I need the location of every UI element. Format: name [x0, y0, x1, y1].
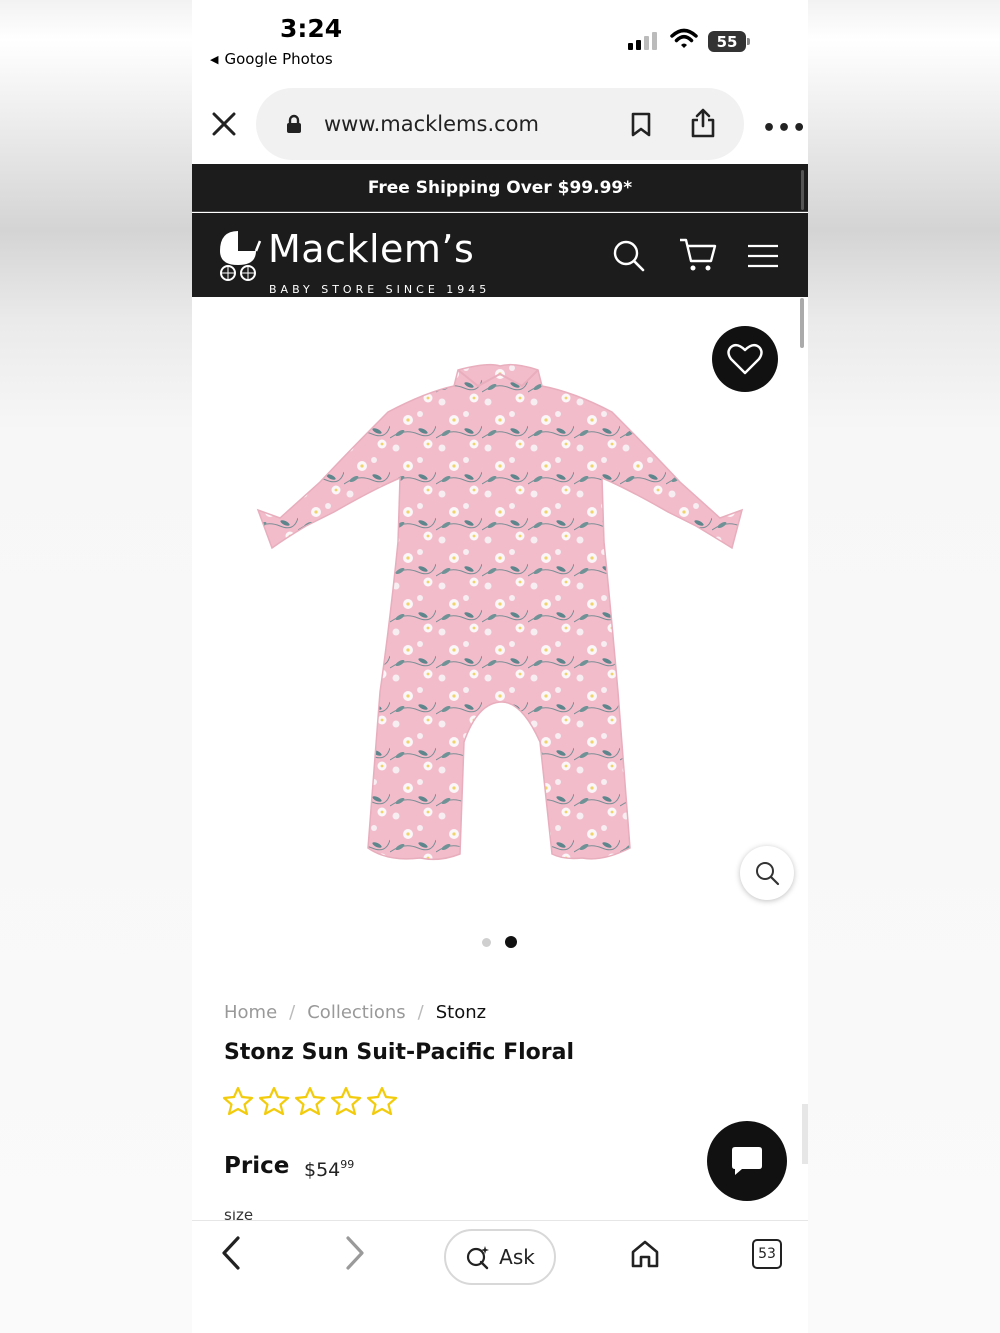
breadcrumb-separator: /: [417, 1002, 424, 1023]
wifi-icon: [670, 28, 698, 48]
wishlist-button[interactable]: [712, 326, 778, 392]
gallery-pagination: [482, 936, 517, 948]
search-icon[interactable]: [612, 239, 646, 273]
breadcrumb-current[interactable]: Stonz: [436, 1002, 486, 1023]
phone-screen: 3:24 ◀ Google Photos 55 www.macklems.com…: [192, 0, 808, 1333]
star-icon: [366, 1086, 398, 1116]
promo-scrollbar: [801, 170, 804, 210]
close-icon[interactable]: [210, 110, 238, 138]
star-icon: [294, 1086, 326, 1116]
lock-icon: [287, 114, 301, 133]
star-icon: [258, 1086, 290, 1116]
star-icon: [222, 1086, 254, 1116]
home-icon[interactable]: [630, 1239, 660, 1269]
side-edge-tab[interactable]: [802, 1104, 808, 1164]
star-icon: [330, 1086, 362, 1116]
baby-carriage-icon: [220, 231, 262, 281]
heart-icon: [727, 343, 763, 375]
gallery-dot-2[interactable]: [505, 936, 517, 948]
breadcrumb-home[interactable]: Home: [224, 1002, 277, 1023]
chat-button[interactable]: [707, 1121, 787, 1201]
more-icon[interactable]: •••: [762, 116, 807, 141]
site-header: Macklem’s BABY STORE SINCE 1945: [192, 213, 808, 297]
back-app-label: Google Photos: [224, 50, 333, 68]
gallery-dot-1[interactable]: [482, 937, 491, 947]
page-scrollbar[interactable]: [800, 298, 804, 348]
back-to-app-link[interactable]: ◀ Google Photos: [210, 50, 333, 68]
address-bar[interactable]: www.macklems.com: [256, 88, 744, 160]
breadcrumb: Home / Collections / Stonz: [224, 1002, 486, 1023]
share-icon[interactable]: [690, 108, 716, 138]
product-image[interactable]: [252, 362, 752, 866]
size-label: size: [224, 1210, 254, 1220]
menu-icon[interactable]: [746, 243, 780, 269]
promo-banner[interactable]: Free Shipping Over $99.99*: [192, 164, 808, 212]
brand-tagline: BABY STORE SINCE 1945: [269, 283, 491, 296]
cart-icon[interactable]: [678, 237, 718, 273]
ask-label: Ask: [499, 1245, 535, 1269]
tabs-button[interactable]: 53: [752, 1239, 782, 1269]
forward-arrow-icon[interactable]: [340, 1235, 368, 1271]
rating-stars[interactable]: [222, 1086, 398, 1116]
zoom-button[interactable]: [740, 846, 794, 900]
breadcrumb-separator: /: [289, 1002, 296, 1023]
price-label: Price: [224, 1153, 290, 1179]
back-triangle-icon: ◀: [210, 52, 219, 66]
magnifier-icon: [756, 862, 780, 886]
status-time: 3:24: [280, 14, 343, 43]
product-price: $5499: [304, 1158, 354, 1181]
cellular-signal-icon: [628, 32, 657, 50]
brand-name: Macklem’s: [268, 227, 475, 271]
chat-bubble-icon: [732, 1147, 762, 1175]
ask-sparkle-icon: [467, 1246, 490, 1270]
battery-indicator: 55: [708, 31, 750, 52]
ask-button[interactable]: Ask: [444, 1229, 556, 1285]
url-text: www.macklems.com: [324, 112, 539, 136]
product-title: Stonz Sun Suit-Pacific Floral: [224, 1040, 575, 1065]
bookmark-icon[interactable]: [630, 112, 652, 138]
back-arrow-icon[interactable]: [218, 1235, 246, 1271]
price-cents: 99: [340, 1158, 355, 1171]
browser-toolbar: Ask 53: [192, 1220, 808, 1333]
price-dollars: $54: [304, 1159, 341, 1181]
breadcrumb-collections[interactable]: Collections: [307, 1002, 405, 1023]
